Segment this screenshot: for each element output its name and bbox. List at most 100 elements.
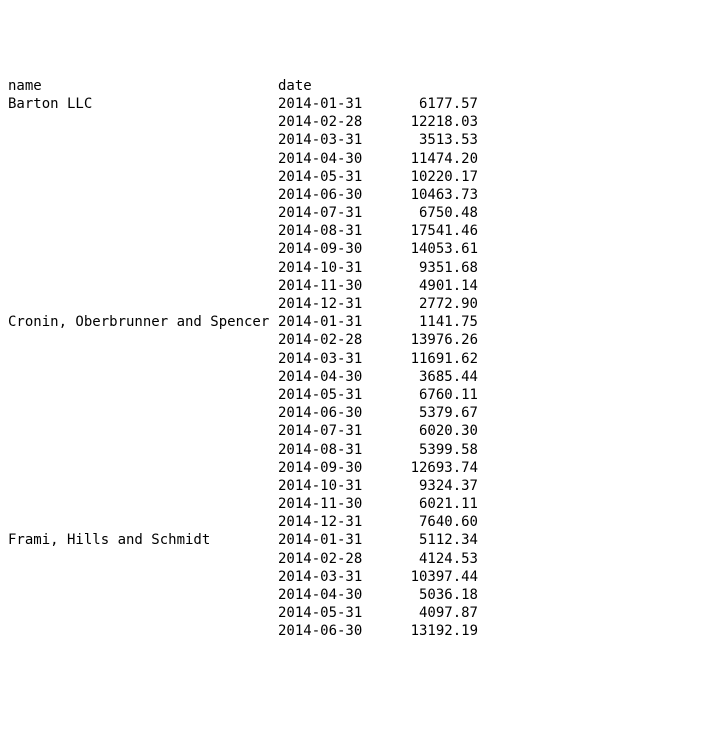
cell-value: 1141.75 — [383, 313, 478, 331]
cell-date: 2014-03-31 — [278, 131, 383, 149]
cell-value: 13192.19 — [383, 622, 478, 640]
table-row: 2014-06-3010463.73 — [8, 186, 706, 204]
table-row: 2014-08-315399.58 — [8, 441, 706, 459]
cell-name — [8, 622, 278, 640]
cell-value: 6760.11 — [383, 386, 478, 404]
header-date: date — [278, 77, 383, 95]
table-row: 2014-12-317640.60 — [8, 513, 706, 531]
cell-date: 2014-07-31 — [278, 204, 383, 222]
cell-date: 2014-01-31 — [278, 95, 383, 113]
header-row: namedate — [8, 77, 706, 95]
header-value — [383, 77, 478, 95]
table-row: 2014-07-316750.48 — [8, 204, 706, 222]
cell-name — [8, 441, 278, 459]
cell-value: 3513.53 — [383, 131, 478, 149]
cell-name — [8, 331, 278, 349]
cell-date: 2014-06-30 — [278, 186, 383, 204]
cell-date: 2014-03-31 — [278, 350, 383, 368]
cell-value: 3685.44 — [383, 368, 478, 386]
cell-value: 6021.11 — [383, 495, 478, 513]
cell-name — [8, 386, 278, 404]
cell-date: 2014-03-31 — [278, 568, 383, 586]
table-row: 2014-05-316760.11 — [8, 386, 706, 404]
table-row: 2014-06-3013192.19 — [8, 622, 706, 640]
cell-date: 2014-09-30 — [278, 240, 383, 258]
cell-name — [8, 113, 278, 131]
cell-name — [8, 295, 278, 313]
cell-value: 10220.17 — [383, 168, 478, 186]
table-row: 2014-02-2812218.03 — [8, 113, 706, 131]
cell-value: 2772.90 — [383, 295, 478, 313]
table-row: Barton LLC2014-01-316177.57 — [8, 95, 706, 113]
table-row: 2014-05-314097.87 — [8, 604, 706, 622]
cell-value: 5399.58 — [383, 441, 478, 459]
cell-date: 2014-11-30 — [278, 277, 383, 295]
cell-date: 2014-06-30 — [278, 622, 383, 640]
cell-name: Cronin, Oberbrunner and Spencer — [8, 313, 278, 331]
cell-value: 11691.62 — [383, 350, 478, 368]
cell-date: 2014-05-31 — [278, 168, 383, 186]
cell-date: 2014-02-28 — [278, 550, 383, 568]
table-row: 2014-03-313513.53 — [8, 131, 706, 149]
table-row: 2014-07-316020.30 — [8, 422, 706, 440]
table-row: 2014-06-305379.67 — [8, 404, 706, 422]
cell-name — [8, 186, 278, 204]
cell-name — [8, 368, 278, 386]
table-row: 2014-03-3111691.62 — [8, 350, 706, 368]
cell-value: 5036.18 — [383, 586, 478, 604]
table-row: 2014-09-3012693.74 — [8, 459, 706, 477]
cell-date: 2014-01-31 — [278, 531, 383, 549]
cell-date: 2014-05-31 — [278, 386, 383, 404]
cell-value: 17541.46 — [383, 222, 478, 240]
cell-name — [8, 459, 278, 477]
cell-name: Frami, Hills and Schmidt — [8, 531, 278, 549]
table-row: 2014-12-312772.90 — [8, 295, 706, 313]
table-row: 2014-08-3117541.46 — [8, 222, 706, 240]
cell-value: 6177.57 — [383, 95, 478, 113]
table-row: 2014-04-303685.44 — [8, 368, 706, 386]
cell-date: 2014-02-28 — [278, 331, 383, 349]
cell-date: 2014-01-31 — [278, 313, 383, 331]
cell-date: 2014-07-31 — [278, 422, 383, 440]
table-row: 2014-04-305036.18 — [8, 586, 706, 604]
cell-name — [8, 240, 278, 258]
table-row: 2014-02-2813976.26 — [8, 331, 706, 349]
cell-date: 2014-11-30 — [278, 495, 383, 513]
table-row: 2014-11-304901.14 — [8, 277, 706, 295]
cell-name — [8, 550, 278, 568]
cell-name — [8, 168, 278, 186]
cell-value: 9324.37 — [383, 477, 478, 495]
cell-name — [8, 495, 278, 513]
cell-value: 10463.73 — [383, 186, 478, 204]
cell-name — [8, 404, 278, 422]
cell-value: 14053.61 — [383, 240, 478, 258]
cell-name: Barton LLC — [8, 95, 278, 113]
cell-date: 2014-08-31 — [278, 222, 383, 240]
cell-date: 2014-08-31 — [278, 441, 383, 459]
table-row: Cronin, Oberbrunner and Spencer2014-01-3… — [8, 313, 706, 331]
cell-date: 2014-05-31 — [278, 604, 383, 622]
cell-name — [8, 277, 278, 295]
cell-date: 2014-06-30 — [278, 404, 383, 422]
cell-name — [8, 568, 278, 586]
header-name: name — [8, 77, 278, 95]
cell-value: 7640.60 — [383, 513, 478, 531]
cell-name — [8, 422, 278, 440]
table-row: 2014-03-3110397.44 — [8, 568, 706, 586]
cell-value: 9351.68 — [383, 259, 478, 277]
table-row: 2014-11-306021.11 — [8, 495, 706, 513]
cell-name — [8, 204, 278, 222]
table-row: 2014-04-3011474.20 — [8, 150, 706, 168]
cell-name — [8, 150, 278, 168]
cell-name — [8, 604, 278, 622]
table-row: 2014-10-319324.37 — [8, 477, 706, 495]
cell-date: 2014-02-28 — [278, 113, 383, 131]
cell-name — [8, 586, 278, 604]
cell-value: 5379.67 — [383, 404, 478, 422]
cell-value: 5112.34 — [383, 531, 478, 549]
cell-date: 2014-09-30 — [278, 459, 383, 477]
cell-date: 2014-04-30 — [278, 150, 383, 168]
cell-value: 4097.87 — [383, 604, 478, 622]
cell-name — [8, 259, 278, 277]
cell-value: 10397.44 — [383, 568, 478, 586]
